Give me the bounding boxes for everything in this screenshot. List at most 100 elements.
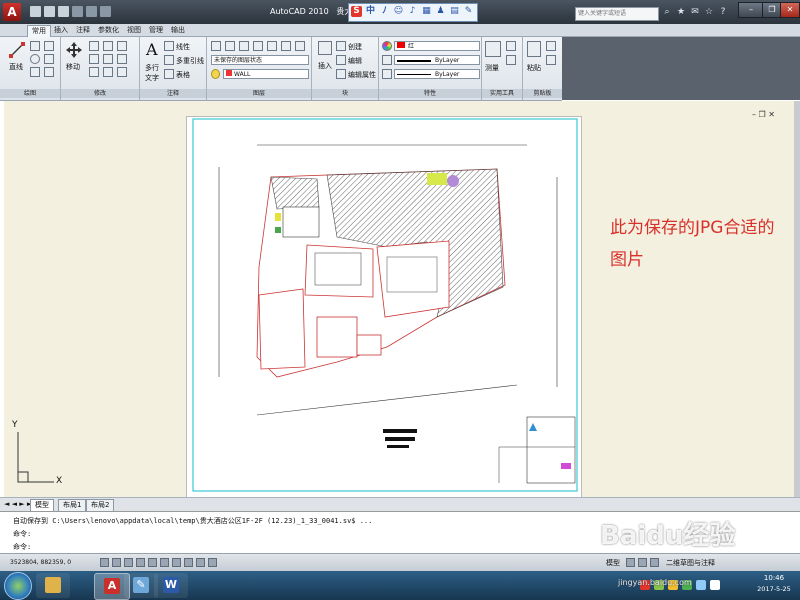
lineweight-toggle-icon[interactable] <box>196 558 205 567</box>
create-label[interactable]: 创建 <box>348 42 362 52</box>
keyboard-icon[interactable]: ▦ <box>421 6 432 17</box>
edit-label[interactable]: 编辑 <box>348 56 362 66</box>
tab-insert[interactable]: 插入 <box>50 25 72 36</box>
rotate-icon[interactable] <box>89 41 99 51</box>
object-snap-icon[interactable] <box>148 558 157 567</box>
polyline-icon[interactable] <box>30 41 40 51</box>
linear-dim-icon[interactable] <box>164 41 174 51</box>
drawing-window-controls[interactable]: – ❐ ✕ <box>752 110 775 119</box>
draw-panel-title[interactable]: 绘图 <box>0 89 60 98</box>
cut-icon[interactable] <box>546 41 556 51</box>
communication-icon[interactable]: ✉ <box>690 7 700 17</box>
mirror-icon[interactable] <box>103 54 113 64</box>
linetype-icon[interactable] <box>382 55 392 65</box>
layer-icon[interactable] <box>281 41 291 51</box>
help-icon[interactable]: ? <box>718 7 728 17</box>
new-icon[interactable] <box>30 6 41 17</box>
ime-toolbar[interactable]: S 中 ﾉ ☺ ♪ ▦ ♟ ▤ ✎ <box>348 3 478 22</box>
ellipse-icon[interactable] <box>30 67 40 77</box>
undo-icon[interactable] <box>72 6 83 17</box>
tab-output[interactable]: 输出 <box>167 25 189 36</box>
line-icon[interactable] <box>9 42 25 58</box>
color-select[interactable]: 红 <box>394 41 480 51</box>
circle-icon[interactable] <box>30 54 40 64</box>
coordinates-readout[interactable]: 3523804, 882359, 0 <box>10 559 71 566</box>
block-panel-title[interactable]: 块 <box>312 89 378 98</box>
insert-block-icon[interactable] <box>318 41 332 55</box>
open-icon[interactable] <box>44 6 55 17</box>
move-icon[interactable] <box>66 42 82 58</box>
layer-icon[interactable] <box>239 41 249 51</box>
table-icon[interactable] <box>164 69 174 79</box>
properties-panel-title[interactable]: 特性 <box>379 89 481 98</box>
chinese-mode-icon[interactable]: 中 <box>365 6 376 17</box>
command-prompt[interactable]: 命令: <box>13 542 31 552</box>
array-icon[interactable] <box>117 67 127 77</box>
search-input[interactable]: 键入关键字或短语 <box>575 7 659 21</box>
punctuation-icon[interactable]: ﾉ <box>379 6 390 17</box>
modify-panel-title[interactable]: 修改 <box>61 89 139 98</box>
edit-attribute-icon[interactable] <box>336 69 346 79</box>
favorites-icon[interactable]: ☆ <box>704 7 714 17</box>
subscription-icon[interactable]: ★ <box>676 7 686 17</box>
calculator-icon[interactable] <box>506 55 516 65</box>
current-layer-select[interactable]: WALL <box>223 69 309 79</box>
hatch-icon[interactable] <box>44 67 54 77</box>
layers-panel-title[interactable]: 图层 <box>207 89 311 98</box>
linear-label[interactable]: 线性 <box>176 42 190 52</box>
stretch-icon[interactable] <box>89 67 99 77</box>
vertical-scrollbar[interactable] <box>794 101 800 511</box>
color-wheel-icon[interactable] <box>382 41 392 51</box>
quick-properties-icon[interactable] <box>208 558 217 567</box>
copy-icon[interactable] <box>89 54 99 64</box>
extend-icon[interactable] <box>117 41 127 51</box>
bulb-icon[interactable] <box>211 69 220 79</box>
tab-nav-arrows[interactable]: ◄ ◄ ► ► <box>4 500 32 508</box>
layer-icon[interactable] <box>295 41 305 51</box>
layer-icon[interactable] <box>225 41 235 51</box>
quick-select-icon[interactable] <box>506 41 516 51</box>
scale-icon[interactable] <box>103 67 113 77</box>
create-block-icon[interactable] <box>336 41 346 51</box>
taskbar-paint[interactable]: ✎ <box>124 573 158 598</box>
minimize-button[interactable]: – <box>738 2 764 18</box>
taskbar-word[interactable]: W <box>154 573 188 598</box>
plot-icon[interactable] <box>100 6 111 17</box>
edit-block-icon[interactable] <box>336 55 346 65</box>
ortho-mode-icon[interactable] <box>124 558 133 567</box>
fillet-icon[interactable] <box>117 54 127 64</box>
tab-annotate[interactable]: 注释 <box>72 25 94 36</box>
skin-icon[interactable]: ♟ <box>435 6 446 17</box>
close-button[interactable]: ✕ <box>780 2 800 18</box>
trim-icon[interactable] <box>103 41 113 51</box>
clipboard-panel-title[interactable]: 剪贴板 <box>523 89 562 98</box>
grid-display-icon[interactable] <box>112 558 121 567</box>
table-label[interactable]: 表格 <box>176 70 190 80</box>
tab-home[interactable]: 常用 <box>27 25 51 37</box>
snap-mode-icon[interactable] <box>100 558 109 567</box>
layer-icon[interactable] <box>267 41 277 51</box>
layer-state-select[interactable]: 未保存的图层状态 <box>211 55 309 65</box>
copy-clip-icon[interactable] <box>546 55 556 65</box>
dynamic-ucs-icon[interactable] <box>172 558 181 567</box>
utilities-panel-title[interactable]: 实用工具 <box>482 89 522 98</box>
tab-manage[interactable]: 管理 <box>145 25 167 36</box>
polar-tracking-icon[interactable] <box>136 558 145 567</box>
tab-parametric[interactable]: 参数化 <box>94 25 123 36</box>
start-button-icon[interactable] <box>4 572 32 600</box>
tab-view[interactable]: 视图 <box>123 25 145 36</box>
layout-sheet[interactable] <box>186 116 582 498</box>
multileader-label[interactable]: 多重引线 <box>176 56 204 66</box>
emoji-icon[interactable]: ☺ <box>393 6 404 17</box>
redo-icon[interactable] <box>86 6 97 17</box>
voice-icon[interactable]: ♪ <box>407 6 418 17</box>
dynamic-input-icon[interactable] <box>184 558 193 567</box>
restore-button[interactable]: ❐ <box>762 2 782 18</box>
toolbox-icon[interactable]: ▤ <box>449 6 460 17</box>
arc-icon[interactable] <box>44 41 54 51</box>
paste-icon[interactable] <box>527 41 541 57</box>
annotation-panel-title[interactable]: 注释 <box>140 89 206 98</box>
rectangle-icon[interactable] <box>44 54 54 64</box>
object-snap-tracking-icon[interactable] <box>160 558 169 567</box>
taskbar-explorer[interactable] <box>36 573 70 598</box>
